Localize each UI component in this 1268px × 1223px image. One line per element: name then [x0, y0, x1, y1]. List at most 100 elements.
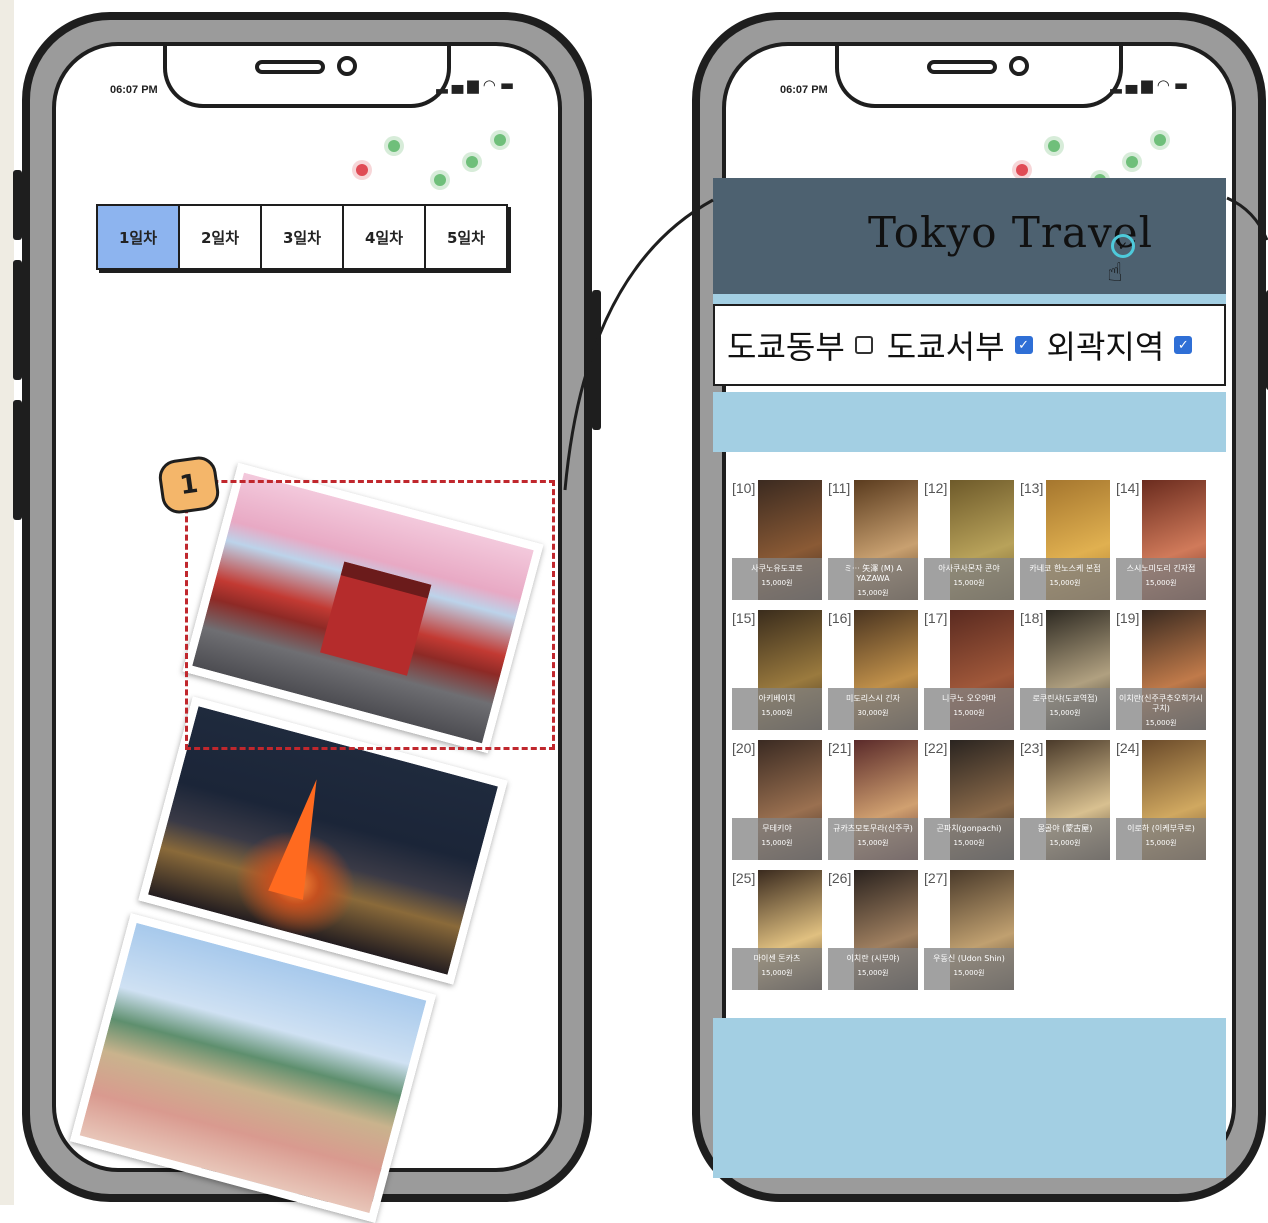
progress-dot-icon [1126, 156, 1138, 168]
restaurant-card[interactable]: [15] 아키베이치 15,000원 [732, 610, 822, 730]
selection-highlight-box [185, 480, 555, 750]
restaurant-price: 30,000원 [857, 709, 889, 717]
restaurant-card[interactable]: [23] 몽골야 (蒙古屋) 15,000원 [1020, 740, 1110, 860]
restaurant-price: 15,000원 [953, 839, 985, 847]
progress-dot-icon [1154, 134, 1166, 146]
restaurant-name: 스시노미도리 긴자점 [1126, 564, 1196, 573]
restaurant-caption: 아키베이치 15,000원 [732, 688, 822, 730]
restaurant-card[interactable]: [21] 규카츠모토무라(신주쿠) 15,000원 [828, 740, 918, 860]
tab-day-4[interactable]: 4일차 [344, 206, 426, 268]
zoom-connector-lines [563, 196, 1268, 491]
restaurant-number: [20] [732, 740, 756, 756]
restaurant-number: [19] [1116, 610, 1140, 626]
restaurant-price: 15,000원 [761, 579, 793, 587]
restaurant-price: 15,000원 [857, 969, 889, 977]
battery-icon: ▬ [1173, 76, 1192, 94]
restaurant-price: 15,000원 [1145, 579, 1177, 587]
phone-notch [835, 46, 1123, 108]
restaurant-caption: 미도리스시 긴자 30,000원 [828, 688, 918, 730]
restaurant-name: 니쿠노 오오야마 [941, 694, 997, 703]
restaurant-name: 카네코 한노스케 본점 [1029, 564, 1101, 573]
restaurant-price: 15,000원 [1145, 719, 1177, 727]
restaurant-card[interactable]: [25] 마이센 돈카츠 15,000원 [732, 870, 822, 990]
progress-dot-icon [1048, 140, 1060, 152]
restaurant-name: 곤파치(gonpachi) [936, 824, 1002, 833]
restaurant-number: [26] [828, 870, 852, 886]
restaurant-name: 무테키야 [762, 824, 792, 833]
restaurant-name: 미도리스시 긴자 [845, 694, 901, 703]
background-strip [0, 0, 14, 1205]
restaurant-caption: 몽골야 (蒙古屋) 15,000원 [1020, 818, 1110, 860]
restaurant-caption: 카네코 한노스케 본점 15,000원 [1020, 558, 1110, 600]
tab-day-3[interactable]: 3일차 [262, 206, 344, 268]
restaurant-card[interactable]: [24] 이로하 (이케부쿠로) 15,000원 [1116, 740, 1206, 860]
restaurant-number: [27] [924, 870, 948, 886]
restaurant-card[interactable]: [18] 로쿠린샤(도쿄역점) 15,000원 [1020, 610, 1110, 730]
restaurant-card[interactable]: [22] 곤파치(gonpachi) 15,000원 [924, 740, 1014, 860]
restaurant-name: 마이센 돈카츠 [753, 954, 801, 963]
restaurant-caption: 규카츠모토무라(신주쿠) 15,000원 [828, 818, 918, 860]
battery-icon: ▬ [499, 76, 518, 94]
signal-icon: ▂▄▆ [1110, 76, 1157, 94]
restaurant-caption: 마이센 돈카츠 15,000원 [732, 948, 822, 990]
restaurant-card[interactable]: [26] 이치란 (시부야) 15,000원 [828, 870, 918, 990]
restaurant-caption: 사쿠노유도코로 15,000원 [732, 558, 822, 600]
restaurant-card[interactable]: [16] 미도리스시 긴자 30,000원 [828, 610, 918, 730]
restaurant-name: 몽골야 (蒙古屋) [1037, 824, 1093, 833]
phone-notch [163, 46, 451, 108]
wifi-icon: ◠ [1156, 76, 1174, 94]
restaurant-card[interactable]: [27] 우동신 (Udon Shin) 15,000원 [924, 870, 1014, 990]
restaurant-name: 이치란 (시부야) [846, 954, 900, 963]
progress-dot-icon [388, 140, 400, 152]
restaurant-number: [18] [1020, 610, 1044, 626]
camera-icon [1009, 56, 1029, 76]
restaurant-price: 15,000원 [953, 969, 985, 977]
restaurant-caption: 이로하 (이케부쿠로) 15,000원 [1116, 818, 1206, 860]
restaurant-caption: ミ··· 矢澤 (M) A YAZAWA 15,000원 [828, 558, 918, 600]
restaurant-number: [22] [924, 740, 948, 756]
progress-dot-icon [356, 164, 368, 176]
status-time: 06:07 PM [780, 84, 828, 96]
day-tabs: 1일차 2일차 3일차 4일차 5일차 [96, 204, 508, 270]
tower-shape [268, 774, 335, 900]
restaurant-number: [21] [828, 740, 852, 756]
restaurant-price: 15,000원 [1049, 709, 1081, 717]
restaurant-name: 사쿠노유도코로 [751, 564, 803, 573]
speaker-icon [255, 60, 325, 74]
progress-dot-icon [466, 156, 478, 168]
status-icons: ▂▄▆◠▬ [436, 76, 518, 94]
restaurant-number: [24] [1116, 740, 1140, 756]
tab-day-1[interactable]: 1일차 [98, 206, 180, 268]
restaurant-card[interactable]: [19] 이치란(신주쿠추오히가시구치) 15,000원 [1116, 610, 1206, 730]
restaurant-number: [16] [828, 610, 852, 626]
restaurant-price: 15,000원 [953, 709, 985, 717]
restaurant-caption: 스시노미도리 긴자점 15,000원 [1116, 558, 1206, 600]
tab-day-5[interactable]: 5일차 [426, 206, 506, 268]
progress-dot-icon [494, 134, 506, 146]
restaurant-card[interactable]: [17] 니쿠노 오오야마 15,000원 [924, 610, 1014, 730]
phone-side-button [13, 260, 22, 380]
camera-icon [337, 56, 357, 76]
wifi-icon: ◠ [482, 76, 500, 94]
restaurant-number: [15] [732, 610, 756, 626]
restaurant-caption: 이치란(신주쿠추오히가시구치) 15,000원 [1116, 688, 1206, 730]
restaurant-name: 우동신 (Udon Shin) [933, 954, 1005, 963]
restaurant-caption: 곤파치(gonpachi) 15,000원 [924, 818, 1014, 860]
progress-dot-icon [1016, 164, 1028, 176]
speaker-icon [927, 60, 997, 74]
tab-day-2[interactable]: 2일차 [180, 206, 262, 268]
status-time: 06:07 PM [110, 84, 158, 96]
restaurant-name: ミ··· 矢澤 (M) A YAZAWA [844, 564, 902, 583]
restaurant-number: [17] [924, 610, 948, 626]
restaurant-name: 이치란(신주쿠추오히가시구치) [1118, 694, 1204, 713]
restaurant-caption: 아사쿠사몬자 콘야 15,000원 [924, 558, 1014, 600]
status-icons: ▂▄▆◠▬ [1110, 76, 1192, 94]
restaurant-price: 15,000원 [1145, 839, 1177, 847]
phone-side-button [13, 170, 22, 240]
restaurant-card[interactable]: [20] 무테키야 15,000원 [732, 740, 822, 860]
restaurant-price: 15,000원 [1049, 839, 1081, 847]
phone-side-button [13, 400, 22, 520]
restaurant-caption: 로쿠린샤(도쿄역점) 15,000원 [1020, 688, 1110, 730]
restaurant-caption: 무테키야 15,000원 [732, 818, 822, 860]
restaurant-caption: 이치란 (시부야) 15,000원 [828, 948, 918, 990]
